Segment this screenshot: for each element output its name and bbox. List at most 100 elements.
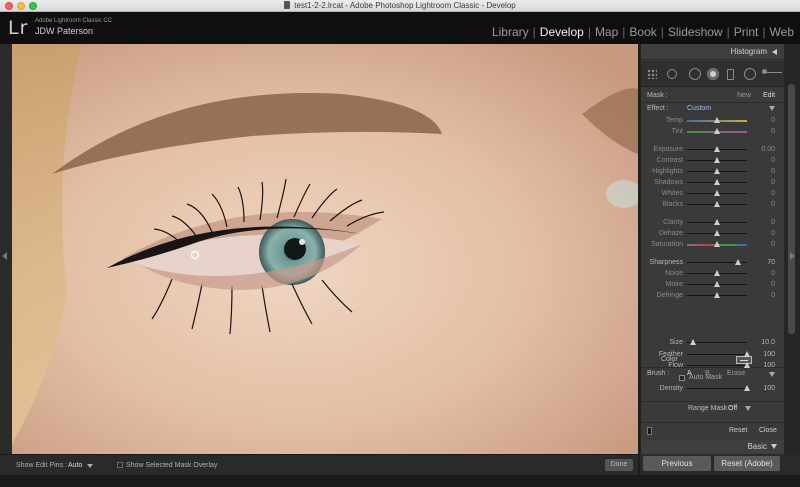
dehaze-value[interactable]: 0	[771, 228, 775, 239]
brush-feather-slider-track[interactable]	[687, 354, 747, 355]
module-separator: |	[726, 25, 730, 39]
clarity-value[interactable]: 0	[771, 217, 775, 228]
bottom-toolbar: Show Edit Pins : Auto Show Selected Mask…	[0, 454, 638, 475]
right-panel-scrollbar[interactable]	[784, 44, 800, 454]
module-book[interactable]: Book	[629, 25, 656, 39]
expand-left-panel-icon[interactable]	[2, 252, 7, 260]
mask-label: Mask :	[647, 92, 668, 99]
histogram-label: Histogram	[730, 47, 767, 56]
noise-slider-knob[interactable]	[714, 270, 720, 276]
range-mask-dropdown[interactable]: Off	[728, 402, 737, 416]
reset-adobe-button[interactable]: Reset (Adobe)	[714, 456, 780, 471]
module-picker: Library | Develop | Map | Book | Slideshow | Print…	[492, 25, 794, 39]
moire-label: Moire	[665, 281, 683, 288]
defringe-value[interactable]: 0	[771, 290, 775, 301]
brush-size-value[interactable]: 10.0	[761, 337, 775, 348]
module-map[interactable]: Map	[595, 25, 618, 39]
mask-new-button[interactable]: New	[737, 88, 751, 103]
sharpness-slider-knob[interactable]	[735, 259, 741, 265]
brush-flow-slider-knob[interactable]	[744, 362, 750, 368]
tint-slider-knob[interactable]	[714, 128, 720, 134]
left-panel-collapsed[interactable]	[0, 44, 12, 454]
close-button[interactable]: Close	[759, 423, 777, 439]
saturation-slider-knob[interactable]	[714, 241, 720, 247]
reset-button[interactable]: Reset	[729, 423, 747, 439]
temp-value[interactable]: 0	[771, 115, 775, 126]
effect-collapse-icon[interactable]	[769, 106, 775, 111]
brush-flow-value[interactable]: 100	[763, 360, 775, 371]
brush-feather-slider-row: Feather 100	[641, 349, 785, 360]
histogram-header[interactable]: Histogram	[641, 44, 785, 60]
noise-value[interactable]: 0	[771, 268, 775, 279]
temp-slider-knob[interactable]	[714, 117, 720, 123]
dehaze-label: Dehaze	[658, 230, 683, 237]
module-web[interactable]: Web	[770, 25, 794, 39]
photo-canvas[interactable]	[12, 44, 638, 454]
shadows-slider-knob[interactable]	[714, 179, 720, 185]
dehaze-slider-knob[interactable]	[714, 230, 720, 236]
mask-edit-button[interactable]: Edit	[763, 88, 775, 103]
blacks-value[interactable]: 0	[771, 199, 775, 210]
tint-value[interactable]: 0	[771, 126, 775, 137]
moire-value[interactable]: 0	[771, 279, 775, 290]
module-print[interactable]: Print	[734, 25, 759, 39]
expand-right-panel-icon[interactable]	[790, 252, 795, 260]
range-mask-chevron-icon[interactable]	[745, 406, 751, 411]
density-value[interactable]: 100	[763, 383, 775, 394]
module-develop[interactable]: Develop	[540, 25, 584, 39]
red-eye-icon[interactable]	[689, 68, 701, 80]
exposure-value[interactable]: 0.00	[761, 144, 775, 155]
blacks-label: Blacks	[662, 201, 683, 208]
adjustment-brush-active-icon[interactable]	[707, 68, 719, 80]
contrast-value[interactable]: 0	[771, 155, 775, 166]
clarity-slider-row: Clarity 0	[641, 217, 785, 228]
brush-feather-slider-knob[interactable]	[744, 351, 750, 357]
user-name: JDW Paterson	[35, 26, 94, 36]
graduated-filter-icon[interactable]	[727, 69, 734, 80]
defringe-slider-knob[interactable]	[714, 292, 720, 298]
highlights-label: Highlights	[652, 168, 683, 175]
panel-switch-icon[interactable]	[647, 427, 652, 435]
shadows-value[interactable]: 0	[771, 177, 775, 188]
crop-overlay-icon[interactable]	[647, 69, 657, 79]
blacks-slider-knob[interactable]	[714, 201, 720, 207]
basic-collapse-icon[interactable]	[771, 444, 777, 449]
highlights-slider-knob[interactable]	[714, 168, 720, 174]
sharpness-slider-row: Sharpness 70	[641, 257, 785, 268]
contrast-slider-knob[interactable]	[714, 157, 720, 163]
scrollbar-thumb[interactable]	[788, 84, 795, 334]
density-slider-track[interactable]	[687, 388, 747, 389]
effect-preset-dropdown[interactable]: Custom	[687, 104, 711, 113]
brush-flow-slider-track[interactable]	[687, 365, 747, 366]
brush-size-label: Size	[669, 339, 683, 346]
density-slider-row: Density 100	[641, 383, 785, 394]
basic-panel-header[interactable]: Basic	[641, 440, 785, 454]
exposure-slider-knob[interactable]	[714, 146, 720, 152]
temp-label: Temp	[665, 117, 683, 124]
sharpness-value[interactable]: 70	[767, 257, 775, 268]
density-slider-knob[interactable]	[744, 385, 750, 391]
defringe-slider-row: Defringe 0	[641, 290, 785, 301]
highlights-value[interactable]: 0	[771, 166, 775, 177]
reset-close-row: Reset Close	[641, 422, 785, 438]
brush-slider-icon[interactable]	[762, 69, 782, 76]
brush-feather-value[interactable]: 100	[763, 349, 775, 360]
collapse-histogram-icon[interactable]	[772, 49, 777, 55]
done-button[interactable]: Done	[605, 459, 633, 471]
brush-size-slider-knob[interactable]	[690, 339, 696, 345]
module-library[interactable]: Library	[492, 25, 529, 39]
mask-overlay-checkbox[interactable]	[117, 462, 123, 468]
show-edit-pins-chevron-icon[interactable]	[87, 464, 93, 468]
show-edit-pins-dropdown[interactable]: Auto	[68, 455, 82, 476]
saturation-value[interactable]: 0	[771, 239, 775, 250]
clarity-slider-knob[interactable]	[714, 219, 720, 225]
spot-removal-icon[interactable]	[667, 69, 677, 79]
brush-size-slider-track[interactable]	[687, 342, 747, 343]
module-slideshow[interactable]: Slideshow	[668, 25, 723, 39]
radial-filter-icon[interactable]	[744, 68, 756, 80]
whites-value[interactable]: 0	[771, 188, 775, 199]
previous-button[interactable]: Previous	[643, 456, 711, 471]
whites-slider-knob[interactable]	[714, 190, 720, 196]
moire-slider-knob[interactable]	[714, 281, 720, 287]
auto-mask-checkbox[interactable]	[679, 375, 685, 381]
